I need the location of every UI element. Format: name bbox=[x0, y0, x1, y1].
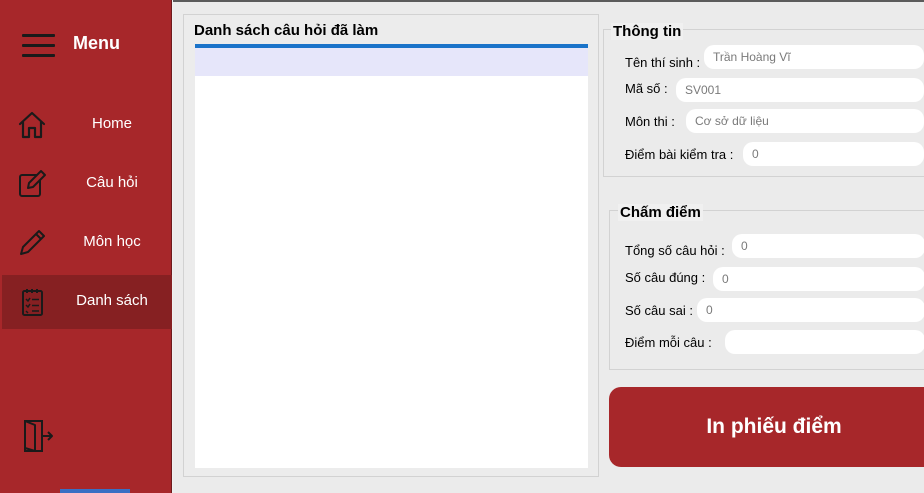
sidebar-item-questions[interactable]: Câu hỏi bbox=[2, 157, 172, 211]
sidebar-item-home[interactable]: Home bbox=[2, 98, 172, 152]
wrong-count-field[interactable]: 0 bbox=[697, 298, 924, 322]
sidebar-item-list[interactable]: Danh sách bbox=[2, 275, 172, 329]
hamburger-menu-icon[interactable] bbox=[22, 32, 55, 58]
question-list-title: Danh sách câu hỏi đã làm bbox=[194, 22, 379, 39]
sidebar-item-label: Danh sách bbox=[76, 292, 148, 309]
menu-title: Menu bbox=[73, 33, 120, 53]
info-group: Thông tin Tên thí sinh : Trần Hoàng Vĩ M… bbox=[603, 23, 924, 177]
total-questions-label: Tổng số câu hỏi : bbox=[625, 243, 725, 258]
correct-count-field[interactable]: 0 bbox=[713, 267, 924, 291]
total-questions-field[interactable]: 0 bbox=[732, 234, 924, 258]
student-id-label: Mã số : bbox=[625, 81, 668, 96]
sidebar-item-label: Môn học bbox=[83, 233, 141, 250]
logout-icon[interactable] bbox=[22, 418, 54, 454]
print-score-button[interactable]: In phiếu điểm bbox=[609, 387, 924, 467]
per-question-score-label: Điểm mỗi câu : bbox=[625, 335, 712, 350]
info-title: Thông tin bbox=[611, 23, 684, 40]
score-label: Điểm bài kiểm tra : bbox=[625, 147, 734, 162]
grading-title: Chấm điểm bbox=[618, 204, 703, 221]
main-content: Danh sách câu hỏi đã làm Thông tin Tên t… bbox=[173, 0, 924, 493]
per-question-score-field[interactable] bbox=[725, 330, 924, 354]
sidebar-item-label: Câu hỏi bbox=[86, 174, 138, 191]
student-id-field[interactable]: SV001 bbox=[676, 78, 924, 102]
sidebar: Menu Home Câu hỏi Môn học Danh sách bbox=[0, 0, 172, 493]
edit-icon bbox=[19, 170, 46, 197]
sidebar-item-subjects[interactable]: Môn học bbox=[2, 216, 172, 270]
student-name-label: Tên thí sinh : bbox=[625, 55, 701, 70]
menu-header: Menu bbox=[0, 22, 172, 66]
question-list[interactable] bbox=[195, 44, 588, 468]
subject-label: Môn thi : bbox=[625, 114, 675, 129]
taskbar-strip bbox=[60, 489, 130, 493]
score-field[interactable]: 0 bbox=[743, 142, 924, 166]
grading-group: Chấm điểm Tổng số câu hỏi : 0 Số câu đún… bbox=[609, 204, 924, 370]
wrong-count-label: Số câu sai : bbox=[625, 303, 693, 318]
subject-field[interactable]: Cơ sở dữ liệu bbox=[686, 109, 924, 133]
question-list-panel: Danh sách câu hỏi đã làm bbox=[183, 14, 599, 477]
correct-count-label: Số câu đúng : bbox=[625, 270, 706, 285]
student-name-field[interactable]: Trần Hoàng Vĩ bbox=[704, 45, 924, 69]
sidebar-item-label: Home bbox=[91, 115, 132, 132]
home-icon bbox=[18, 111, 46, 139]
list-item[interactable] bbox=[195, 48, 588, 76]
pencil-icon bbox=[20, 230, 45, 255]
checklist-icon bbox=[22, 289, 43, 316]
